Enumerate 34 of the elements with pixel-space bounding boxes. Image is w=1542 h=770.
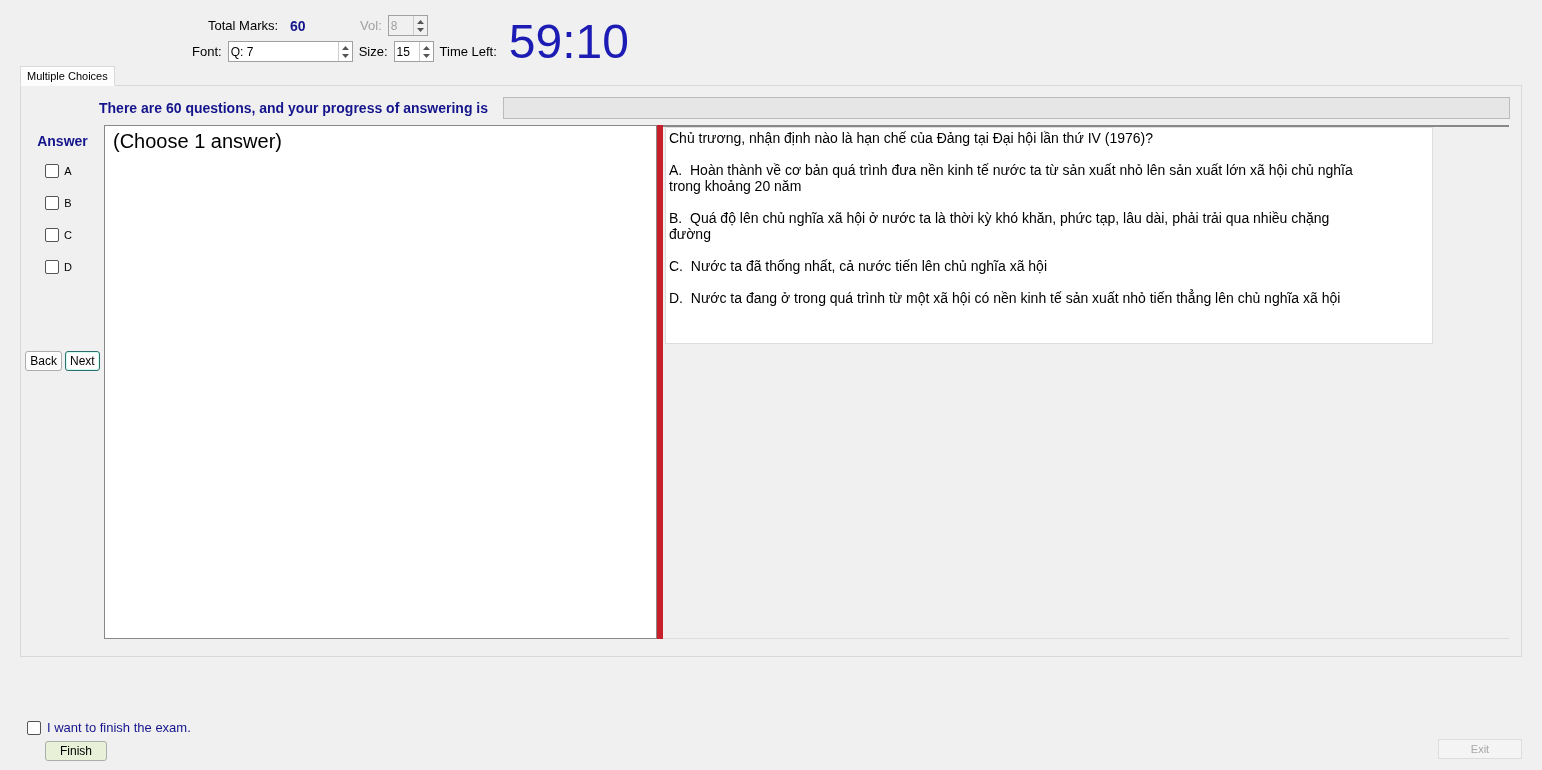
- choice-text: D. Nước ta đang ở trong quá trình từ một xã hội có nền kinh tế sản xuất nhỏ tiến thẳng lên chủ nghĩa xã hội: [669, 290, 1342, 306]
- choice-text: C. Nước ta đã thống nhất, cả nước tiến lên chủ nghĩa xã hội: [669, 258, 1048, 274]
- spinner-arrows-icon[interactable]: [412, 16, 427, 35]
- option-label: A: [64, 165, 72, 177]
- finish-label: I want to finish the exam.: [47, 720, 191, 735]
- tab[interactable]: Multiple Choices: [20, 66, 115, 86]
- option-label: C: [64, 229, 72, 241]
- timer: 59:10: [508, 18, 629, 66]
- spinner-arrows-icon[interactable]: [418, 42, 433, 61]
- question-text: Chủ trương, nhận định nào là hạn chế của Đảng tại Đại hội lần thứ IV (1976)?: [669, 130, 1154, 146]
- option-label: D: [64, 261, 72, 273]
- finish-checkbox[interactable]: [27, 720, 41, 735]
- option-label: B: [64, 197, 72, 209]
- total-marks-label: Total Marks:: [208, 18, 279, 33]
- font-field[interactable]: Q: 7: [227, 41, 353, 62]
- checkbox[interactable]: [45, 260, 59, 274]
- back-button[interactable]: Back: [25, 351, 62, 371]
- size-label: Size:: [358, 44, 388, 59]
- volume-label: Vol:: [360, 18, 382, 33]
- font-label: Font:: [192, 44, 222, 59]
- next-button[interactable]: Next: [65, 351, 100, 371]
- answer-title: Answer: [37, 133, 88, 149]
- checkbox[interactable]: [45, 228, 59, 242]
- answer-note: (Choose 1 answer): [104, 125, 657, 639]
- finish-button[interactable]: Finish: [45, 741, 107, 761]
- total-marks-value: 60: [290, 17, 307, 34]
- size-field[interactable]: 15: [393, 41, 434, 62]
- choice-text: B. Quá độ lên chủ nghĩa xã hội ở nước ta là thời kỳ khó khăn, phức tạp, lâu dài, phải trải qua nhiều chặng đường: [669, 210, 1331, 242]
- checkbox[interactable]: [45, 196, 60, 210]
- spinner-arrows-icon[interactable]: [337, 42, 352, 61]
- progress-label: There are 60 questions, and your progress of answering is: [99, 100, 488, 116]
- choice-text: A. Hoàn thành về cơ bản quá trình đưa nền kinh tế nước ta từ sản xuất nhỏ lên sản xuất lớn xã hội chủ nghĩa trong khoảng 20 năm: [669, 162, 1354, 194]
- checkbox[interactable]: [45, 164, 60, 178]
- time-left-label: Time Left:: [439, 44, 497, 59]
